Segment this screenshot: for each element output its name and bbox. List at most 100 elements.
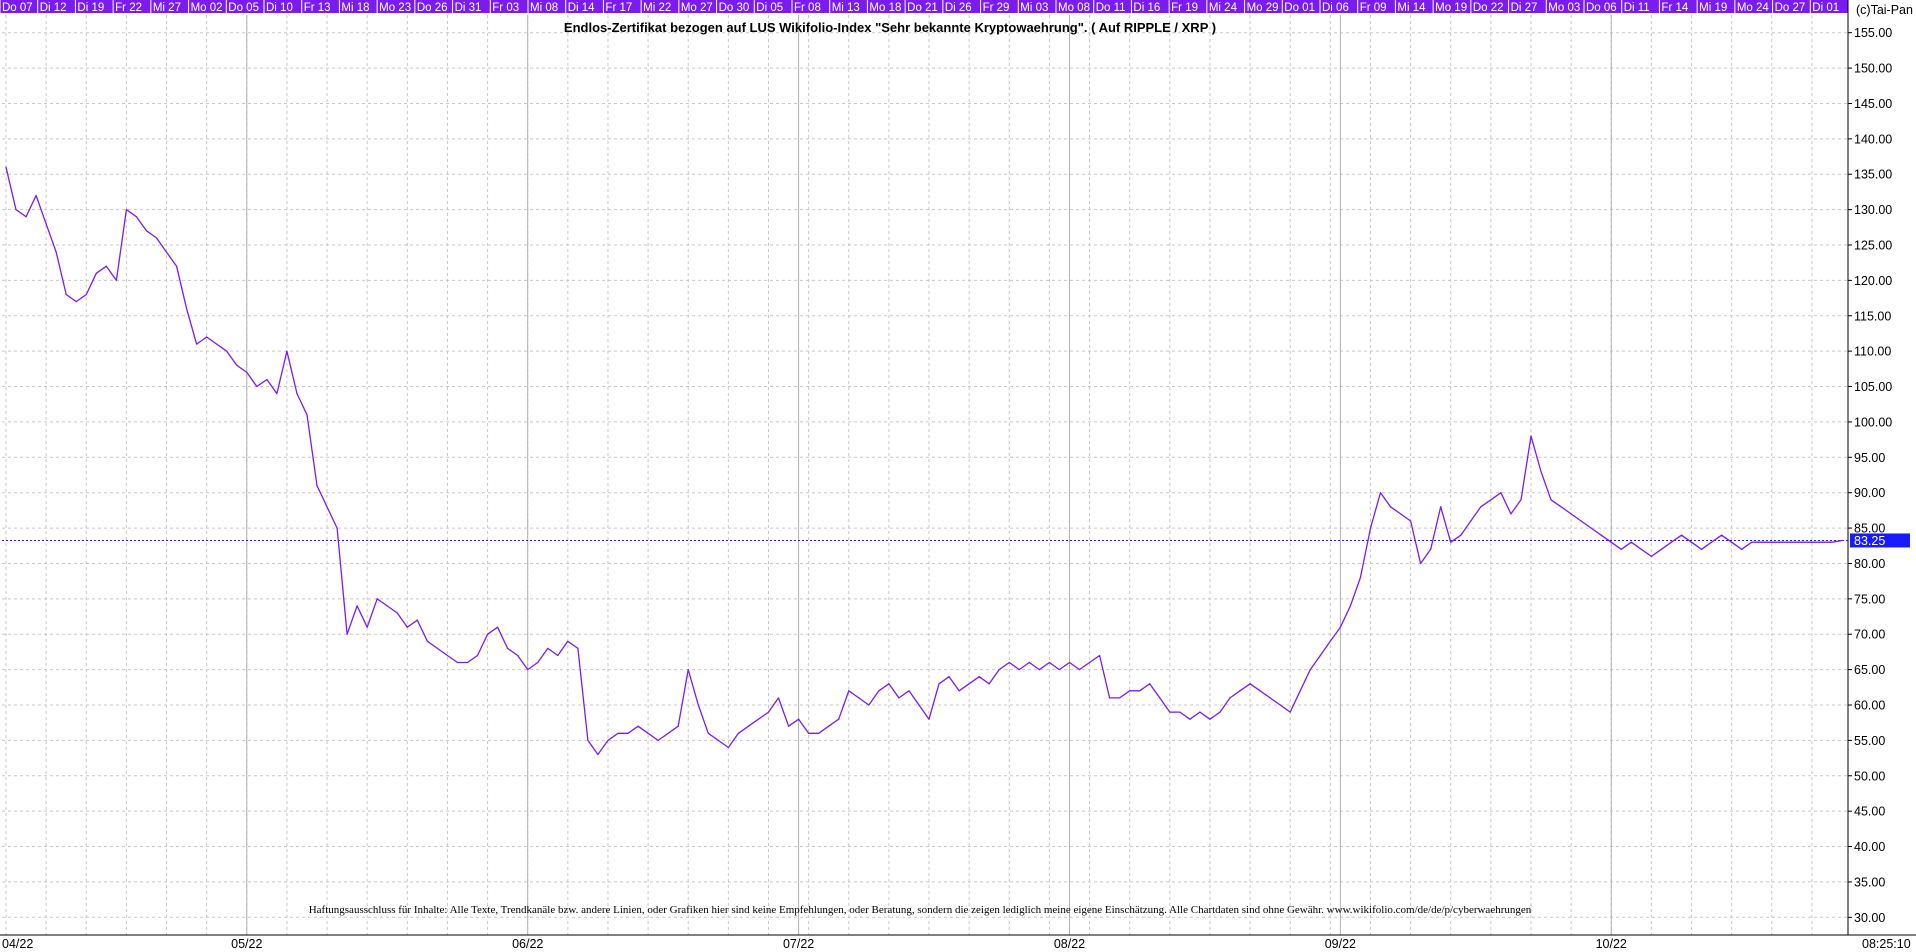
price-point: [978, 676, 980, 678]
price-point: [1179, 711, 1181, 713]
price-point: [1159, 697, 1161, 699]
price-point: [1630, 541, 1632, 543]
price-point: [898, 697, 900, 699]
price-point: [1660, 548, 1663, 550]
y-tick-label: 115.00: [1854, 309, 1891, 323]
price-point: [125, 209, 127, 211]
price-point: [206, 336, 208, 338]
price-point: [1640, 548, 1642, 550]
price-point: [1109, 697, 1111, 699]
price-point: [45, 223, 47, 225]
day-label: Mo 03: [1548, 2, 1580, 14]
day-label: Di 05: [756, 2, 783, 14]
price-point: [1490, 499, 1492, 501]
price-point: [667, 732, 669, 734]
day-label: Do 30: [719, 2, 750, 14]
day-label: Mi 08: [530, 2, 558, 14]
price-point: [85, 293, 87, 296]
day-label: Fr 14: [1661, 2, 1688, 14]
price-point: [1018, 669, 1020, 671]
price-point: [1680, 534, 1683, 536]
day-label: Do 26: [417, 2, 448, 14]
y-tick-label: 130.00: [1854, 203, 1892, 217]
price-point: [868, 704, 870, 706]
day-label: Fr 08: [794, 2, 821, 14]
time-label: 08:25:10: [1862, 937, 1911, 951]
price-point: [246, 371, 248, 373]
price-point: [1259, 690, 1261, 692]
price-point: [236, 364, 238, 366]
price-point: [767, 711, 770, 713]
y-tick-label: 135.00: [1854, 168, 1892, 182]
price-point: [396, 612, 398, 614]
price-point: [155, 237, 158, 239]
price-point: [1008, 661, 1010, 664]
day-label: Mi 24: [1209, 2, 1238, 14]
price-point: [938, 683, 940, 685]
price-point: [1781, 541, 1783, 543]
price-point: [276, 393, 278, 395]
price-point: [256, 385, 258, 388]
y-tick-label: 95.00: [1854, 451, 1885, 465]
price-point: [1721, 534, 1723, 536]
price-point: [577, 647, 579, 649]
price-point: [1500, 492, 1502, 494]
price-point: [597, 753, 599, 756]
price-point: [1139, 690, 1141, 692]
grid: [2, 15, 1848, 935]
price-point: [1068, 661, 1071, 664]
day-label: Mo 29: [1247, 2, 1279, 14]
price-point: [165, 251, 168, 253]
price-point: [1570, 513, 1572, 515]
price-point: [858, 697, 860, 699]
price-point: [1751, 541, 1753, 543]
price-point: [1470, 520, 1472, 522]
price-point: [757, 718, 760, 720]
price-point: [1600, 534, 1602, 536]
day-label: Do 06: [1586, 2, 1617, 14]
day-label: Di 14: [568, 2, 595, 14]
price-point: [1510, 513, 1512, 515]
price-point: [1791, 541, 1793, 543]
y-tick-label: 110.00: [1854, 345, 1891, 359]
price-point: [1821, 541, 1823, 543]
day-label: Mo 18: [869, 2, 901, 14]
price-point: [456, 661, 459, 664]
price-point: [1319, 654, 1321, 657]
price-point: [918, 704, 920, 706]
price-point: [687, 669, 689, 671]
price-point: [1078, 669, 1081, 671]
price-point: [1299, 690, 1301, 692]
price-point: [848, 690, 850, 692]
x-tick-label: 09/22: [1325, 937, 1356, 951]
price-point: [737, 732, 739, 734]
price-point: [426, 640, 428, 642]
price-point: [1450, 541, 1452, 543]
price-point: [386, 605, 388, 607]
price-point: [828, 725, 830, 727]
price-point: [1199, 711, 1201, 713]
price-point: [1048, 661, 1051, 664]
y-tick-label: 35.00: [1854, 875, 1885, 889]
day-label: Do 27: [1775, 2, 1806, 14]
price-point: [607, 739, 609, 741]
day-label: Di 27: [1511, 2, 1538, 14]
price-point: [1731, 541, 1733, 543]
price-point: [1620, 548, 1622, 550]
price-point: [1540, 470, 1542, 473]
y-tick-label: 70.00: [1854, 628, 1885, 642]
price-point: [95, 272, 97, 274]
price-point: [1771, 541, 1773, 543]
price-chart: Do 07 Di 12 Di 19 Fr 22 Mi 27 Mo 02 Do 05 Di 10…: [0, 0, 1916, 952]
y-tick-label: 60.00: [1854, 699, 1885, 713]
price-point: [727, 746, 729, 749]
day-label: Di 26: [945, 2, 972, 14]
price-point: [1329, 640, 1331, 642]
y-tick-label: 140.00: [1854, 132, 1892, 146]
price-point: [416, 619, 418, 621]
day-label: Mo 08: [1058, 2, 1090, 14]
price-point: [1389, 506, 1392, 508]
price-point: [1339, 626, 1341, 628]
chart-canvas: Do 07 Di 12 Di 19 Fr 22 Mi 27 Mo 02 Do 05 Di 10…: [0, 0, 1916, 951]
day-label: Di 16: [1133, 2, 1160, 14]
